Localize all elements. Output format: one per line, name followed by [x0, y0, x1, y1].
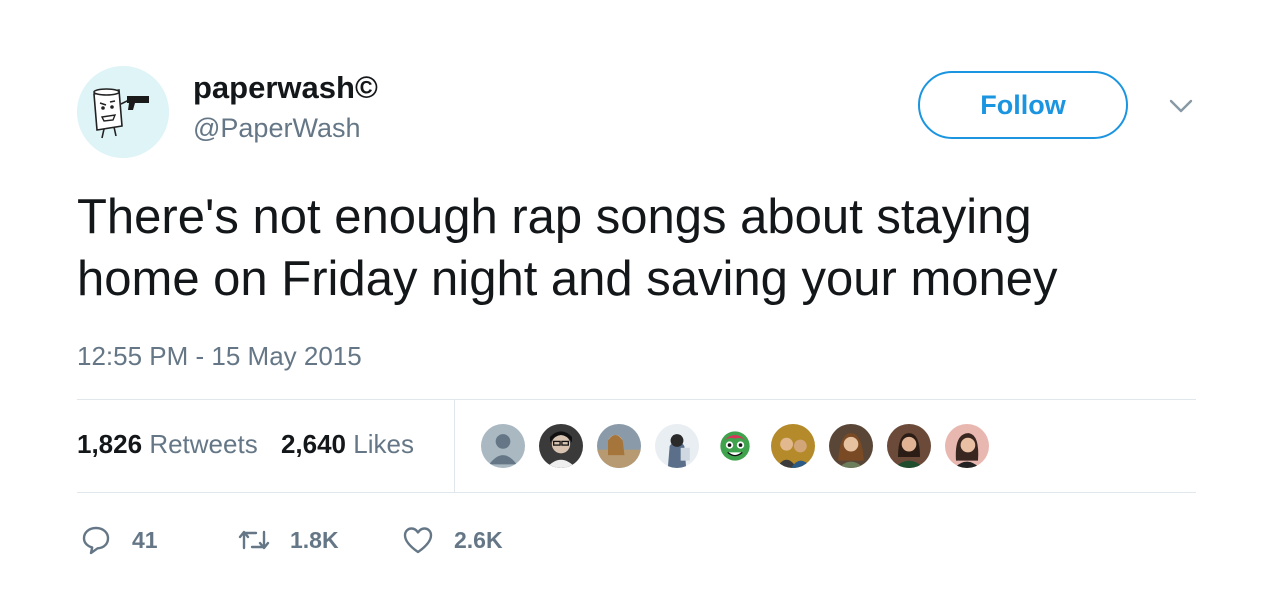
default-avatar[interactable] — [479, 422, 527, 470]
like-count: 2.6K — [454, 527, 503, 553]
likes-stat[interactable]: 2,640 Likes — [281, 429, 414, 459]
retweet-button[interactable]: 1.8K — [238, 520, 339, 560]
retweets-label: Retweets — [149, 429, 258, 459]
display-name[interactable]: paperwash© — [193, 70, 378, 106]
liker-avatar[interactable] — [653, 422, 701, 470]
reply-count: 41 — [132, 527, 158, 553]
liker-avatar[interactable] — [769, 422, 817, 470]
liker-avatar[interactable] — [885, 422, 933, 470]
user-handle[interactable]: @PaperWash — [193, 112, 360, 144]
divider — [77, 399, 1196, 400]
liker-avatar[interactable] — [711, 422, 759, 470]
liker-avatar[interactable] — [943, 422, 991, 470]
paper-roll-with-gun-icon — [77, 66, 169, 158]
like-button[interactable]: 2.6K — [402, 520, 503, 560]
tweet-stats: 1,826 Retweets 2,640 Likes — [77, 428, 430, 460]
divider — [454, 400, 455, 492]
retweets-stat[interactable]: 1,826 Retweets — [77, 429, 258, 459]
tweet-text: There's not enough rap songs about stayi… — [77, 190, 1058, 306]
heart-icon — [403, 527, 433, 554]
liker-avatar[interactable] — [827, 422, 875, 470]
liker-avatar[interactable] — [595, 422, 643, 470]
reply-button[interactable]: 41 — [80, 520, 158, 560]
user-avatar[interactable] — [77, 66, 169, 158]
retweets-count: 1,826 — [77, 429, 143, 459]
tweet-timestamp[interactable]: 12:55 PM - 15 May 2015 — [77, 340, 362, 372]
retweet-icon — [238, 530, 270, 550]
divider — [77, 492, 1196, 493]
chevron-down-icon[interactable] — [1168, 96, 1194, 116]
reply-icon — [82, 526, 110, 555]
follow-button[interactable]: Follow — [918, 71, 1128, 139]
liker-avatar[interactable] — [537, 422, 585, 470]
retweet-count: 1.8K — [290, 527, 339, 553]
likes-count: 2,640 — [280, 429, 347, 459]
likes-label: Likes — [353, 429, 414, 459]
